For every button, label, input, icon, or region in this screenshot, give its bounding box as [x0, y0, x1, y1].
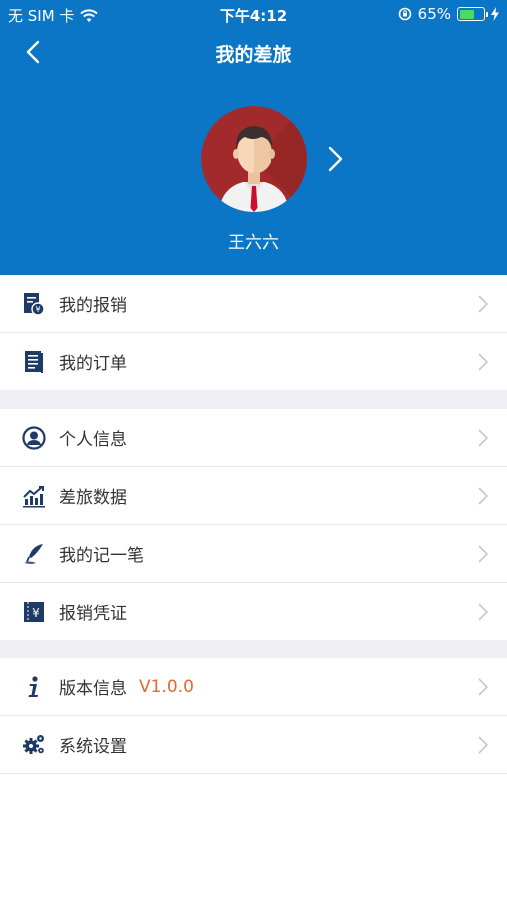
- user-circle-icon: [22, 425, 46, 450]
- chevron-right-icon: [478, 429, 489, 447]
- chevron-right-icon: [478, 353, 489, 371]
- status-bar: 无 SIM 卡 下午4:12 65%: [0, 0, 507, 28]
- menu-item-label: 系统设置: [59, 737, 127, 757]
- menu-item-label: 报销凭证: [59, 604, 127, 624]
- section-divider: [0, 390, 507, 409]
- menu-item-label: 我的记一笔: [59, 546, 144, 566]
- menu-item-reimbursement[interactable]: ¥ 我的报销: [0, 275, 507, 333]
- profile-header: 无 SIM 卡 下午4:12 65% 我的差旅 王六六: [0, 0, 507, 275]
- charging-icon: [491, 7, 499, 21]
- menu-item-label: 我的报销: [59, 296, 127, 316]
- chevron-right-icon[interactable]: [324, 145, 348, 173]
- menu-item-settings[interactable]: 系统设置: [0, 716, 507, 774]
- quill-pen-icon: [24, 543, 43, 564]
- chevron-right-icon: [478, 487, 489, 505]
- svg-text:¥: ¥: [35, 305, 40, 314]
- menu-item-orders[interactable]: 我的订单: [0, 333, 507, 391]
- user-name: 王六六: [228, 233, 279, 253]
- menu-group-system: 版本信息 V1.0.0 系统设置: [0, 658, 507, 774]
- menu-item-label: 版本信息: [59, 679, 127, 699]
- battery-icon: [457, 7, 488, 21]
- menu-item-travel-data[interactable]: 差旅数据: [0, 467, 507, 525]
- reimbursement-icon: ¥: [24, 292, 45, 316]
- order-list-icon: [25, 350, 43, 373]
- menu-item-voucher[interactable]: ¥ 报销凭证: [0, 583, 507, 641]
- menu-group-orders: ¥ 我的报销 我的订单: [0, 275, 507, 391]
- menu-group-personal: 个人信息 差旅数据 我的记一笔 ¥ 报销凭证: [0, 409, 507, 641]
- chevron-right-icon: [478, 603, 489, 621]
- chevron-right-icon: [478, 736, 489, 754]
- menu-item-label: 我的订单: [59, 354, 127, 374]
- menu-item-label: 个人信息: [59, 430, 127, 450]
- page-title: 我的差旅: [215, 44, 292, 66]
- menu-item-personal-info[interactable]: 个人信息: [0, 409, 507, 467]
- section-divider: [0, 640, 507, 658]
- chart-icon: [23, 485, 45, 507]
- battery-percent: 65%: [417, 5, 451, 23]
- battery-level: [459, 9, 475, 19]
- svg-text:¥: ¥: [32, 606, 40, 620]
- avatar[interactable]: [201, 106, 307, 212]
- version-value: V1.0.0: [139, 676, 194, 697]
- chevron-right-icon: [478, 295, 489, 313]
- chevron-right-icon: [478, 678, 489, 696]
- menu-item-version-info[interactable]: 版本信息 V1.0.0: [0, 658, 507, 716]
- chevron-right-icon: [478, 545, 489, 563]
- menu-item-label: 差旅数据: [59, 488, 127, 508]
- menu-item-notes[interactable]: 我的记一笔: [0, 525, 507, 583]
- orientation-lock-icon: [398, 7, 411, 21]
- info-icon: [28, 675, 38, 697]
- male-avatar-icon: [201, 106, 307, 212]
- gears-icon: [23, 734, 44, 754]
- voucher-icon: ¥: [24, 601, 44, 622]
